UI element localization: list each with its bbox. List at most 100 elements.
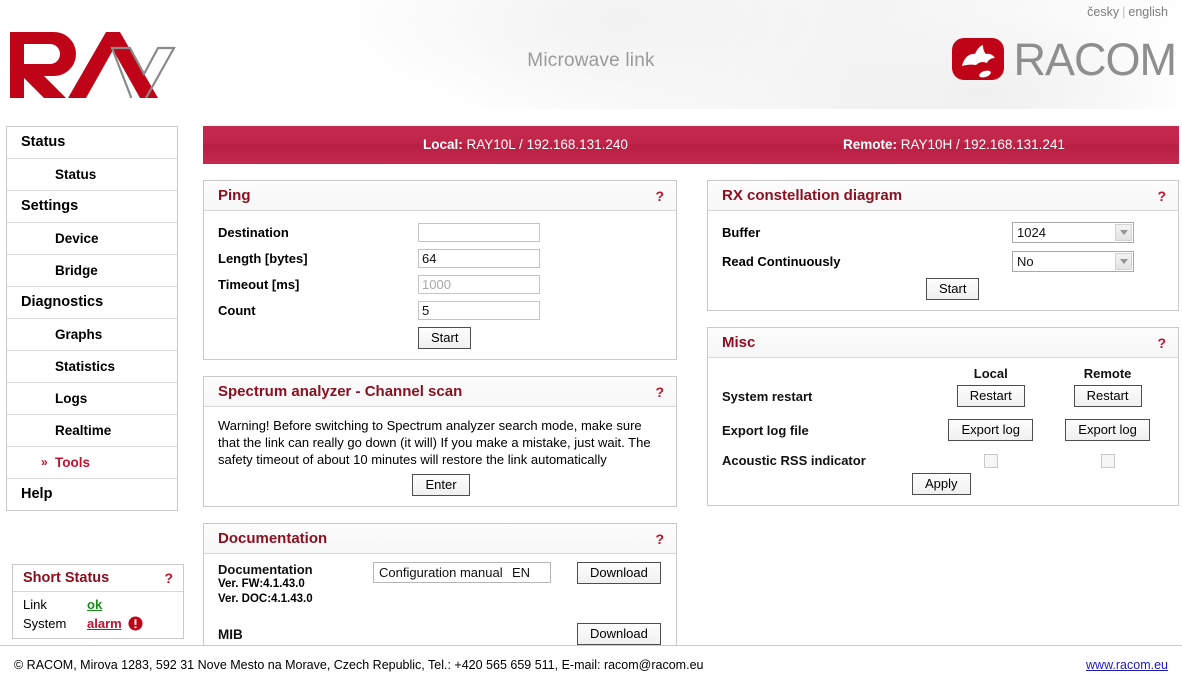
misc-restart-remote-button[interactable]: Restart bbox=[1073, 385, 1142, 407]
spectrum-actions: Enter bbox=[218, 474, 664, 496]
footer-website-link[interactable]: www.racom.eu bbox=[1086, 658, 1168, 672]
short-status-row-system: System alarm bbox=[23, 614, 173, 633]
documentation-title: Documentation bbox=[218, 530, 328, 547]
short-status-body: Link ok System alarm bbox=[13, 592, 183, 638]
sidebar-group-status[interactable]: Status bbox=[7, 127, 177, 159]
misc-restart-local-cell: Restart bbox=[932, 385, 1049, 407]
page-header: česky | english Microwave link RACOM bbox=[0, 0, 1182, 110]
misc-help-icon[interactable]: ? bbox=[1157, 335, 1166, 351]
sidebar-menu: Status Status Settings Device Bridge Dia… bbox=[6, 126, 178, 511]
short-status-system-value[interactable]: alarm bbox=[87, 614, 122, 633]
documentation-download-button[interactable]: Download bbox=[577, 562, 661, 584]
misc-acoustic-local-checkbox[interactable] bbox=[983, 453, 998, 468]
documentation-fw-version: Ver. FW:4.1.43.0 bbox=[218, 578, 305, 590]
spectrum-analyzer-panel: Spectrum analyzer - Channel scan ? Warni… bbox=[203, 376, 677, 507]
rx-constellation-title: RX constellation diagram bbox=[722, 187, 903, 204]
sidebar-item-bridge[interactable]: Bridge bbox=[7, 255, 177, 287]
sidebar-item-tools-label: Tools bbox=[55, 455, 90, 470]
misc-export-local-cell: Export log bbox=[932, 419, 1049, 441]
device-banner: Local: RAY10L / 192.168.131.240 Remote: … bbox=[203, 126, 1179, 164]
short-status-link-value[interactable]: ok bbox=[87, 595, 102, 614]
short-status-link-label: Link bbox=[23, 597, 47, 612]
misc-acoustic-local-cell bbox=[932, 453, 1049, 468]
rx-read-select[interactable]: No bbox=[1012, 250, 1134, 272]
ping-length-row: Length [bytes] bbox=[218, 245, 664, 271]
ping-length-input[interactable] bbox=[418, 248, 540, 268]
left-column: Ping ? Destination Length [bytes] 64 Tim… bbox=[203, 180, 677, 672]
mib-label: MIB bbox=[218, 626, 243, 642]
spectrum-help-icon[interactable]: ? bbox=[655, 384, 664, 400]
documentation-labels: Documentation Ver. FW:4.1.43.0 Ver. DOC:… bbox=[218, 562, 373, 607]
sidebar-item-realtime[interactable]: Realtime bbox=[7, 415, 177, 447]
spectrum-warning-text: Warning! Before switching to Spectrum an… bbox=[218, 418, 651, 467]
misc-restart-local-button[interactable]: Restart bbox=[956, 385, 1025, 407]
chevron-right-icon: » bbox=[41, 455, 48, 469]
rx-read-row: Read Continuously No bbox=[722, 248, 1166, 274]
sidebar-item-logs[interactable]: Logs bbox=[7, 383, 177, 415]
rx-constellation-help-icon[interactable]: ? bbox=[1157, 188, 1166, 204]
lang-separator: | bbox=[1122, 5, 1126, 19]
ping-timeout-input[interactable] bbox=[418, 274, 540, 294]
sidebar: Status Status Settings Device Bridge Dia… bbox=[6, 126, 184, 639]
misc-apply-button[interactable]: Apply bbox=[912, 473, 971, 495]
rx-constellation-body: Buffer 1024 Read Continuously No Start bbox=[708, 211, 1178, 310]
banner-local: Local: RAY10L / 192.168.131.240 bbox=[423, 137, 628, 152]
sidebar-item-device[interactable]: Device bbox=[7, 223, 177, 255]
sidebar-item-status[interactable]: Status bbox=[7, 159, 177, 191]
chevron-down-icon bbox=[1115, 252, 1132, 270]
banner-remote: Remote: RAY10H / 192.168.131.241 bbox=[843, 137, 1065, 152]
ping-destination-input[interactable] bbox=[418, 222, 540, 242]
sidebar-group-diagnostics[interactable]: Diagnostics bbox=[7, 287, 177, 319]
misc-export-row: Export log file Export log Export log bbox=[722, 419, 1166, 441]
misc-export-label: Export log file bbox=[722, 422, 809, 438]
misc-acoustic-remote-checkbox[interactable] bbox=[1100, 453, 1115, 468]
lang-czech-link[interactable]: česky bbox=[1087, 5, 1119, 19]
content-area: Local: RAY10L / 192.168.131.240 Remote: … bbox=[203, 126, 1179, 672]
short-status-row-link: Link ok bbox=[23, 595, 173, 614]
rx-buffer-row: Buffer 1024 bbox=[722, 219, 1166, 245]
rx-constellation-header: RX constellation diagram ? bbox=[708, 181, 1178, 211]
sidebar-group-help[interactable]: Help bbox=[7, 479, 177, 510]
misc-acoustic-row: Acoustic RSS indicator bbox=[722, 453, 1166, 468]
panel-columns: Ping ? Destination Length [bytes] 64 Tim… bbox=[203, 180, 1179, 672]
ping-timeout-label: Timeout [ms] bbox=[218, 276, 300, 292]
misc-column-headers: Local Remote bbox=[722, 366, 1166, 381]
spectrum-panel-header: Spectrum analyzer - Channel scan ? bbox=[204, 377, 676, 407]
short-status-header: Short Status ? bbox=[13, 565, 183, 592]
rx-buffer-select[interactable]: 1024 bbox=[1012, 221, 1134, 243]
ping-count-input[interactable] bbox=[418, 300, 540, 320]
misc-panel-header: Misc ? bbox=[708, 328, 1178, 358]
short-status-system-label: System bbox=[23, 616, 67, 631]
racom-mark-icon bbox=[951, 38, 1004, 80]
ping-title: Ping bbox=[218, 187, 251, 204]
ping-destination-label: Destination bbox=[218, 224, 289, 240]
rx-start-button[interactable]: Start bbox=[926, 278, 980, 300]
misc-export-remote-button[interactable]: Export log bbox=[1065, 419, 1150, 441]
sidebar-group-settings[interactable]: Settings bbox=[7, 191, 177, 223]
spectrum-enter-button[interactable]: Enter bbox=[412, 474, 470, 496]
sidebar-item-tools[interactable]: » Tools bbox=[7, 447, 177, 479]
rx-actions: Start bbox=[722, 278, 1166, 300]
mib-download-button[interactable]: Download bbox=[577, 623, 661, 645]
ping-actions: Start bbox=[218, 327, 664, 349]
chevron-down-icon bbox=[1115, 223, 1132, 241]
documentation-select[interactable]: Configuration manual EN bbox=[373, 562, 551, 583]
banner-local-value: RAY10L / 192.168.131.240 bbox=[466, 137, 628, 152]
sidebar-item-statistics[interactable]: Statistics bbox=[7, 351, 177, 383]
short-status-help-icon[interactable]: ? bbox=[164, 570, 173, 586]
sidebar-item-graphs[interactable]: Graphs bbox=[7, 319, 177, 351]
misc-actions: Apply bbox=[722, 473, 1166, 495]
ping-help-icon[interactable]: ? bbox=[655, 188, 664, 204]
ping-destination-row: Destination bbox=[218, 219, 664, 245]
misc-export-local-button[interactable]: Export log bbox=[948, 419, 1033, 441]
misc-acoustic-remote-cell bbox=[1049, 453, 1166, 468]
ping-panel-header: Ping ? bbox=[204, 181, 676, 211]
ping-start-button[interactable]: Start bbox=[418, 327, 472, 349]
right-column: RX constellation diagram ? Buffer 1024 R… bbox=[707, 180, 1179, 672]
lang-english-link[interactable]: english bbox=[1128, 5, 1168, 19]
documentation-help-icon[interactable]: ? bbox=[655, 531, 664, 547]
misc-col-remote: Remote bbox=[1083, 366, 1132, 381]
rx-read-label: Read Continuously bbox=[722, 253, 841, 269]
misc-col-local: Local bbox=[973, 366, 1008, 381]
racom-logo: RACOM bbox=[951, 36, 1177, 84]
